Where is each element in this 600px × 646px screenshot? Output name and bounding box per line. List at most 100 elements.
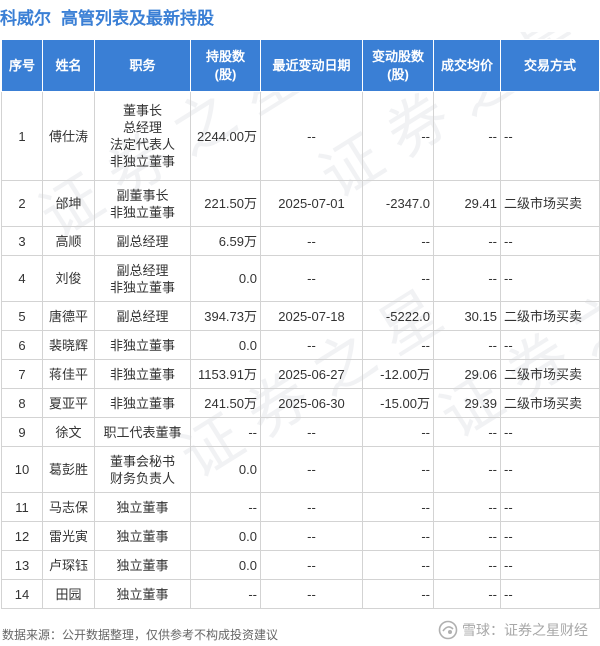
cell-name: 刘俊	[42, 255, 95, 302]
position-title: 副董事长	[116, 187, 169, 203]
cell-date: 2025-06-30	[260, 388, 363, 418]
header-change: 变动股数 (股)	[362, 39, 434, 92]
table-heading: 高管列表及最新持股	[61, 8, 214, 28]
table-row: 1 傅仕涛 董事长 总经理 法定代表人 非独立董事 2244.00万 -- -- -- --	[1, 91, 600, 181]
header-mode: 交易方式	[500, 39, 600, 92]
table-row: 9 徐文 职工代表董事 -- -- -- -- --	[1, 417, 600, 447]
table-body: 1 傅仕涛 董事长 总经理 法定代表人 非独立董事 2244.00万 -- -- -- -- 2 邰坤副…	[1, 91, 600, 609]
cell-holding: 0.0	[190, 255, 261, 302]
cell-seq: 11	[1, 492, 43, 522]
cell-name: 马志保	[42, 492, 95, 522]
cell-date: 2025-06-27	[260, 359, 363, 389]
cell-mode: --	[500, 255, 600, 302]
cell-price: 30.15	[433, 301, 501, 331]
cell-name: 高顺	[42, 226, 95, 256]
cell-mode: --	[500, 330, 600, 360]
table-row: 14 田园 独立董事 -- -- -- -- --	[1, 579, 600, 609]
cell-seq: 13	[1, 550, 43, 580]
cell-mode: --	[500, 226, 600, 256]
cell-holding: 221.50万	[190, 180, 261, 227]
snowball-icon	[438, 620, 458, 640]
cell-date: 2025-07-01	[260, 180, 363, 227]
table-row: 12 雷光寅 独立董事 0.0 -- -- -- --	[1, 521, 600, 551]
cell-name: 裴晓辉	[42, 330, 95, 360]
position-title: 副总经理	[116, 233, 169, 249]
position-title: 副总经理	[116, 308, 169, 324]
table-row: 5 唐德平 副总经理 394.73万 2025-07-18 -5222.0 30.15 二级市…	[1, 301, 600, 331]
cell-price: --	[433, 417, 501, 447]
cell-name: 唐德平	[42, 301, 95, 331]
cell-position: 非独立董事	[94, 359, 191, 389]
cell-change: -12.00万	[362, 359, 434, 389]
cell-mode: 二级市场买卖	[500, 180, 600, 227]
cell-holding: 1153.91万	[190, 359, 261, 389]
cell-seq: 4	[1, 255, 43, 302]
cell-price: --	[433, 521, 501, 551]
header-holding: 持股数 (股)	[190, 39, 261, 92]
cell-holding: --	[190, 492, 261, 522]
header-name: 姓名	[42, 39, 95, 92]
cell-change: --	[362, 255, 434, 302]
cell-date: --	[260, 330, 363, 360]
cell-change: --	[362, 446, 434, 493]
table-row: 7 蒋佳平 非独立董事 1153.91万 2025-06-27 -12.00万 29.06 二…	[1, 359, 600, 389]
cell-holding: 0.0	[190, 521, 261, 551]
position-title: 副总经理	[116, 262, 169, 278]
position-title: 董事会秘书	[109, 453, 175, 469]
table-row: 2 邰坤 副董事长 非独立董事 221.50万 2025-07-01 -2347.0 29.4…	[1, 180, 600, 227]
table-row: 13 卢琛钰 独立董事 0.0 -- -- -- --	[1, 550, 600, 580]
cell-mode: --	[500, 550, 600, 580]
cell-mode: --	[500, 446, 600, 493]
cell-position: 副总经理 非独立董事	[94, 255, 191, 302]
cell-position: 董事会秘书 财务负责人	[94, 446, 191, 493]
cell-holding: --	[190, 579, 261, 609]
cell-position: 副总经理	[94, 226, 191, 256]
cell-position: 非独立董事	[94, 388, 191, 418]
cell-holding: 6.59万	[190, 226, 261, 256]
position-title: 非独立董事	[109, 337, 175, 353]
cell-change: --	[362, 521, 434, 551]
header-seq: 序号	[1, 39, 43, 92]
position-title: 非独立董事	[109, 154, 175, 169]
cell-mode: 二级市场买卖	[500, 388, 600, 418]
position-title: 财务负责人	[109, 470, 175, 486]
header-date: 最近变动日期	[260, 39, 363, 92]
cell-mode: --	[500, 91, 600, 181]
cell-holding: 0.0	[190, 330, 261, 360]
header-price: 成交均价	[433, 39, 501, 92]
position-title: 非独立董事	[109, 395, 175, 411]
position-title: 独立董事	[116, 528, 169, 544]
cell-holding: 0.0	[190, 446, 261, 493]
cell-seq: 3	[1, 226, 43, 256]
cell-seq: 12	[1, 521, 43, 551]
position-title: 董事长	[122, 103, 162, 118]
table-row: 3 高顺 副总经理 6.59万 -- -- -- --	[1, 226, 600, 256]
cell-change: --	[362, 226, 434, 256]
cell-position: 非独立董事	[94, 330, 191, 360]
cell-price: 29.41	[433, 180, 501, 227]
position-title: 法定代表人	[109, 137, 175, 152]
cell-holding: 2244.00万	[190, 91, 261, 181]
cell-name: 雷光寅	[42, 521, 95, 551]
cell-price: --	[433, 492, 501, 522]
cell-holding: 241.50万	[190, 388, 261, 418]
header-position: 职务	[94, 39, 191, 92]
cell-name: 徐文	[42, 417, 95, 447]
cell-change: -2347.0	[362, 180, 434, 227]
cell-date: --	[260, 226, 363, 256]
cell-mode: 二级市场买卖	[500, 359, 600, 389]
position-title: 非独立董事	[109, 279, 175, 295]
cell-position: 独立董事	[94, 550, 191, 580]
position-title: 职工代表董事	[103, 424, 182, 440]
cell-date: --	[260, 91, 363, 181]
cell-seq: 7	[1, 359, 43, 389]
position-title: 非独立董事	[109, 204, 175, 220]
table-header-row: 序号 姓名 职务 持股数 (股) 最近变动日期 变动股数 (股) 成交均价 交易…	[1, 39, 600, 92]
cell-seq: 8	[1, 388, 43, 418]
cell-seq: 14	[1, 579, 43, 609]
cell-price: --	[433, 91, 501, 181]
cell-position: 副董事长 非独立董事	[94, 180, 191, 227]
cell-change: --	[362, 550, 434, 580]
cell-position: 副总经理	[94, 301, 191, 331]
cell-price: --	[433, 226, 501, 256]
